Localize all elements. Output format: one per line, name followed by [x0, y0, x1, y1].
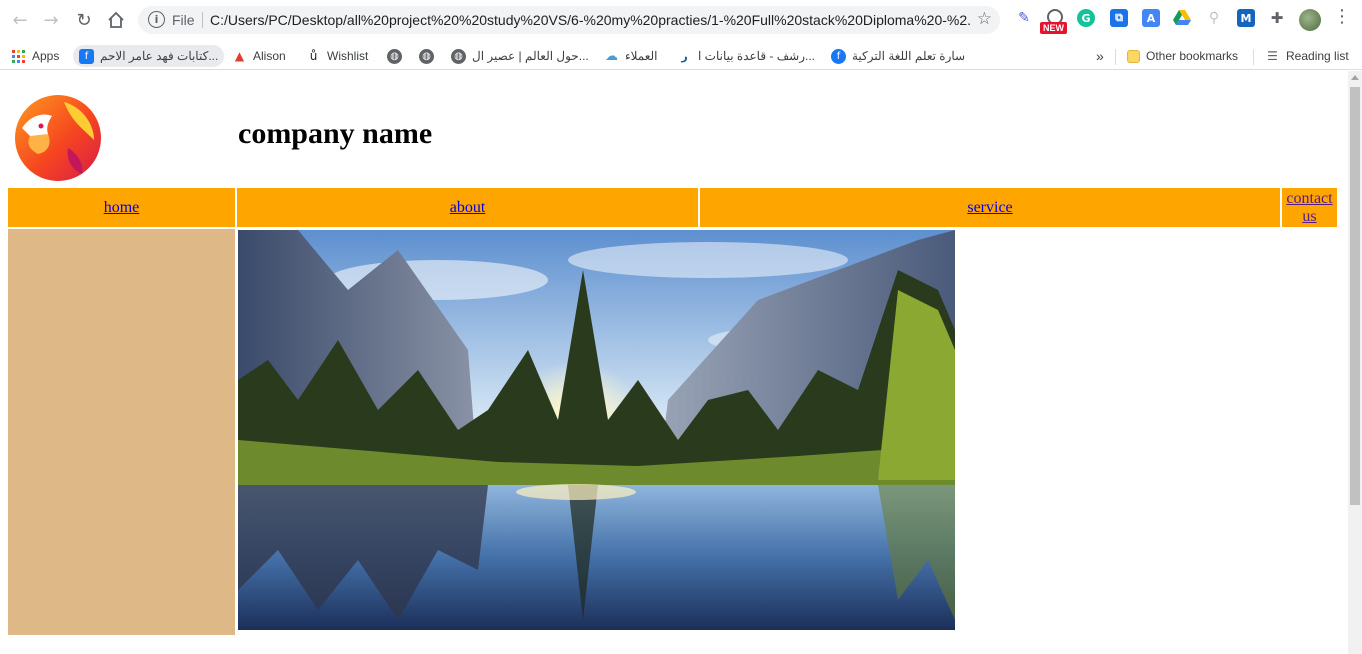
bookmarks-overflow-button[interactable]: »	[1096, 45, 1104, 67]
bookmarks-divider	[1253, 49, 1254, 65]
browser-toolbar: ← → ↻ i File C:/Users/PC/Desktop/all%20p…	[0, 0, 1362, 40]
bookmark-label: سارة تعلم اللغة التركية	[852, 49, 966, 63]
globe-icon: ◍	[387, 48, 402, 64]
bookmark-item[interactable]: ☁ العملاء	[604, 45, 658, 67]
scheme-label: File	[172, 12, 195, 28]
menu-kebab-icon[interactable]: ⋮	[1333, 6, 1351, 27]
bookmark-item[interactable]: ◍ حول العالم | عصير ال...	[451, 45, 589, 67]
zoom-icon[interactable]: ⚲	[1205, 9, 1223, 27]
bookmark-label: Alison	[253, 49, 286, 63]
cloud-icon: ☁	[605, 48, 618, 64]
bookmark-item[interactable]: f سارة تعلم اللغة التركية	[831, 45, 965, 67]
nav-link-contact[interactable]: contact us	[1282, 190, 1337, 226]
bookmark-item[interactable]: ▲ Alison	[232, 45, 286, 67]
bookmark-apps[interactable]: Apps	[12, 45, 59, 67]
facebook-icon: f	[79, 48, 94, 64]
page-viewport: company name home about service contact …	[0, 71, 1348, 654]
bookmark-item[interactable]: ر رشف - قاعدة بيانات ا...	[677, 45, 815, 67]
reload-button[interactable]: ↻	[70, 6, 98, 34]
company-name-heading: company name	[238, 117, 433, 150]
globe-icon: ◍	[419, 48, 434, 64]
info-icon[interactable]: i	[148, 11, 165, 28]
landscape-photo	[238, 230, 955, 630]
apps-grid-icon	[12, 49, 25, 63]
bookmark-label: رشف - قاعدة بيانات ا...	[698, 49, 816, 63]
lion-logo	[15, 95, 101, 181]
alison-icon: ▲	[234, 48, 245, 63]
wishlist-icon: ů	[309, 48, 318, 63]
bookmark-globe[interactable]: ◍	[387, 45, 408, 67]
nav-cell-about: about	[237, 188, 698, 227]
globe-icon: ◍	[451, 48, 466, 64]
sidebar-panel	[8, 229, 235, 635]
new-badge: NEW	[1040, 22, 1067, 34]
bookmark-item[interactable]: ů Wishlist	[306, 45, 369, 67]
arrow-right-icon: →	[43, 9, 59, 31]
scroll-thumb[interactable]	[1350, 87, 1360, 505]
bookmark-item[interactable]: f كتابات فهد عامر الاحم...	[73, 45, 225, 67]
back-button[interactable]: ←	[6, 6, 34, 34]
scroll-up-arrow-icon[interactable]	[1351, 75, 1359, 80]
bookmark-globe[interactable]: ◍	[419, 45, 440, 67]
bookmark-label: العملاء	[625, 49, 658, 63]
arrow-left-icon: ←	[12, 9, 28, 31]
nav-link-service[interactable]: service	[967, 199, 1012, 217]
home-icon	[108, 11, 124, 28]
google-drive-icon[interactable]	[1173, 9, 1191, 27]
folder-icon	[1127, 49, 1140, 63]
reload-icon: ↻	[76, 9, 92, 31]
other-bookmarks[interactable]: Other bookmarks	[1127, 45, 1238, 67]
translate-icon[interactable]: A	[1142, 9, 1160, 27]
bookmark-label: Wishlist	[327, 49, 369, 63]
puzzle-extensions-icon[interactable]: ✚	[1268, 9, 1286, 27]
grammarly-icon[interactable]: G	[1077, 9, 1095, 27]
address-divider	[202, 12, 203, 28]
eyedropper-extension-icon[interactable]: ✎	[1015, 9, 1033, 27]
nav-cell-contact: contact us	[1282, 188, 1337, 227]
address-bar[interactable]: i File C:/Users/PC/Desktop/all%20project…	[138, 6, 1000, 34]
screenshot-extension-icon[interactable]: ⧉	[1110, 9, 1128, 27]
facebook-icon: f	[831, 48, 846, 64]
rashf-icon: ر	[681, 49, 688, 63]
m-extension-icon[interactable]: M	[1237, 9, 1255, 27]
forward-button[interactable]: →	[37, 6, 65, 34]
reading-list-icon: ☰	[1267, 48, 1278, 63]
nav-link-home[interactable]: home	[104, 199, 140, 217]
bookmark-label: كتابات فهد عامر الاحم...	[100, 49, 219, 63]
apps-label: Apps	[32, 49, 60, 63]
bookmark-star-icon[interactable]: ☆	[977, 9, 992, 29]
url-text[interactable]: C:/Users/PC/Desktop/all%20project%20%20s…	[210, 12, 970, 28]
profile-avatar[interactable]	[1299, 9, 1321, 31]
nav-cell-service: service	[700, 188, 1280, 227]
bookmarks-bar: Apps f كتابات فهد عامر الاحم... ▲ Alison…	[0, 40, 1362, 70]
bookmarks-divider	[1115, 49, 1116, 65]
home-button[interactable]	[102, 6, 130, 34]
reading-list[interactable]: ☰ Reading list	[1265, 45, 1349, 67]
vertical-scrollbar[interactable]	[1348, 71, 1362, 654]
nav-cell-home: home	[8, 188, 235, 227]
bookmark-label: حول العالم | عصير ال...	[472, 49, 589, 63]
other-bookmarks-label: Other bookmarks	[1146, 49, 1239, 63]
nav-link-about[interactable]: about	[450, 199, 486, 217]
reading-list-label: Reading list	[1286, 49, 1349, 63]
